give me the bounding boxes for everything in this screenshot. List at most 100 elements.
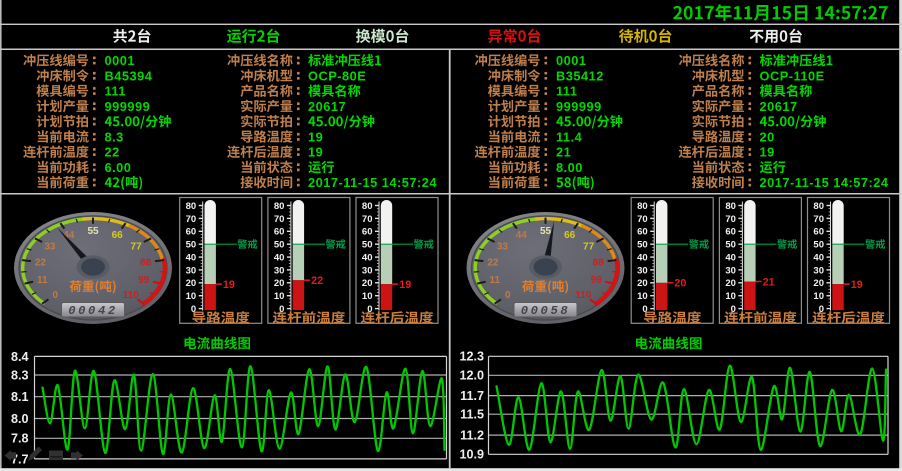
svg-text:30: 30 (725, 265, 736, 276)
svg-text:80: 80 (637, 201, 648, 212)
svg-text:10: 10 (362, 291, 373, 302)
svg-text:88: 88 (140, 258, 152, 269)
svg-text:70: 70 (725, 214, 736, 225)
svg-text:80: 80 (362, 201, 373, 212)
svg-text:77: 77 (583, 242, 595, 253)
svg-text:0: 0 (53, 290, 59, 301)
svg-text:40: 40 (725, 252, 736, 263)
svg-text:55: 55 (540, 226, 552, 237)
svg-text:20: 20 (674, 278, 686, 290)
svg-text:21: 21 (556, 145, 571, 160)
svg-text:50: 50 (186, 240, 197, 251)
svg-text:8.00: 8.00 (556, 160, 583, 175)
svg-text:99: 99 (138, 275, 150, 286)
svg-text:40: 40 (362, 252, 373, 263)
svg-text:80: 80 (186, 201, 197, 212)
svg-text:22: 22 (105, 145, 120, 160)
svg-text:8.0: 8.0 (11, 412, 29, 426)
svg-text:50: 50 (362, 240, 373, 251)
svg-text:44: 44 (516, 230, 528, 241)
svg-text:80: 80 (813, 201, 824, 212)
svg-text:30: 30 (813, 265, 824, 276)
svg-text:50: 50 (274, 240, 285, 251)
svg-text:70: 70 (274, 214, 285, 225)
svg-text:7.8: 7.8 (11, 432, 29, 446)
svg-text:8.1: 8.1 (11, 390, 29, 404)
svg-text:70: 70 (637, 214, 648, 225)
svg-text:20: 20 (760, 130, 775, 145)
svg-text:60: 60 (637, 227, 648, 238)
svg-text:66: 66 (564, 230, 576, 241)
svg-text:12.3: 12.3 (459, 350, 484, 364)
svg-text:OCP-110E: OCP-110E (760, 69, 825, 84)
svg-text:2017-11-15 14:57:24: 2017-11-15 14:57:24 (308, 175, 437, 190)
svg-text:8.4: 8.4 (11, 350, 29, 364)
svg-text:11.4: 11.4 (556, 130, 583, 145)
svg-text:20: 20 (362, 278, 373, 289)
svg-text:80: 80 (274, 201, 285, 212)
svg-text:20617: 20617 (308, 99, 346, 114)
svg-text:66: 66 (112, 230, 124, 241)
svg-text:10.9: 10.9 (459, 448, 484, 462)
svg-text:20617: 20617 (760, 99, 798, 114)
svg-text:19: 19 (851, 279, 863, 291)
svg-text:30: 30 (186, 265, 197, 276)
svg-text:11: 11 (37, 275, 48, 286)
svg-text:111: 111 (105, 84, 126, 99)
svg-text:40: 40 (274, 252, 285, 263)
svg-text:0: 0 (505, 290, 511, 301)
svg-text:2017-11-15 14:57:24: 2017-11-15 14:57:24 (760, 175, 889, 190)
svg-text:11: 11 (490, 275, 501, 286)
svg-text:55: 55 (87, 226, 99, 237)
svg-text:10: 10 (725, 291, 736, 302)
svg-text:B35412: B35412 (556, 69, 604, 84)
svg-text:10: 10 (813, 291, 824, 302)
svg-text:40: 40 (186, 252, 197, 263)
svg-text:70: 70 (813, 214, 824, 225)
svg-text:20: 20 (186, 278, 197, 289)
svg-text:11.5: 11.5 (460, 408, 484, 422)
svg-text:999999: 999999 (105, 99, 151, 114)
svg-text:22: 22 (35, 258, 47, 269)
svg-text:88: 88 (593, 258, 605, 269)
svg-text:10: 10 (637, 291, 648, 302)
svg-text:99: 99 (591, 275, 603, 286)
svg-text:B45394: B45394 (105, 69, 153, 84)
svg-text:22: 22 (487, 258, 499, 269)
svg-text:19: 19 (308, 145, 323, 160)
svg-text:00058: 00058 (521, 304, 571, 318)
svg-text:60: 60 (725, 227, 736, 238)
svg-text:60: 60 (362, 227, 373, 238)
svg-text:10: 10 (186, 291, 197, 302)
svg-text:19: 19 (399, 279, 411, 291)
svg-text:OCP-80E: OCP-80E (308, 69, 366, 84)
svg-text:111: 111 (556, 84, 577, 99)
svg-text:40: 40 (637, 252, 648, 263)
svg-text:20: 20 (813, 278, 824, 289)
svg-text:0001: 0001 (105, 53, 135, 68)
svg-text:19: 19 (760, 145, 775, 160)
svg-text:77: 77 (131, 242, 143, 253)
svg-text:11.2: 11.2 (460, 429, 484, 443)
svg-text:19: 19 (308, 130, 323, 145)
svg-text:20: 20 (637, 278, 648, 289)
svg-text:10: 10 (274, 291, 285, 302)
svg-text:33: 33 (44, 242, 56, 253)
svg-text:40: 40 (813, 252, 824, 263)
svg-text:60: 60 (813, 227, 824, 238)
svg-text:50: 50 (725, 240, 736, 251)
svg-text:30: 30 (637, 265, 648, 276)
svg-text:50: 50 (637, 240, 648, 251)
svg-text:33: 33 (497, 242, 509, 253)
svg-text:12.0: 12.0 (459, 369, 484, 383)
svg-text:21: 21 (763, 276, 775, 288)
svg-text:0001: 0001 (556, 53, 586, 68)
svg-text:110: 110 (123, 290, 140, 301)
svg-text:60: 60 (186, 227, 197, 238)
svg-text:19: 19 (223, 279, 235, 291)
svg-text:30: 30 (362, 265, 373, 276)
svg-text:60: 60 (274, 227, 285, 238)
svg-text:6.00: 6.00 (105, 160, 132, 175)
svg-text:00042: 00042 (68, 304, 118, 318)
svg-text:8.3: 8.3 (11, 368, 29, 382)
